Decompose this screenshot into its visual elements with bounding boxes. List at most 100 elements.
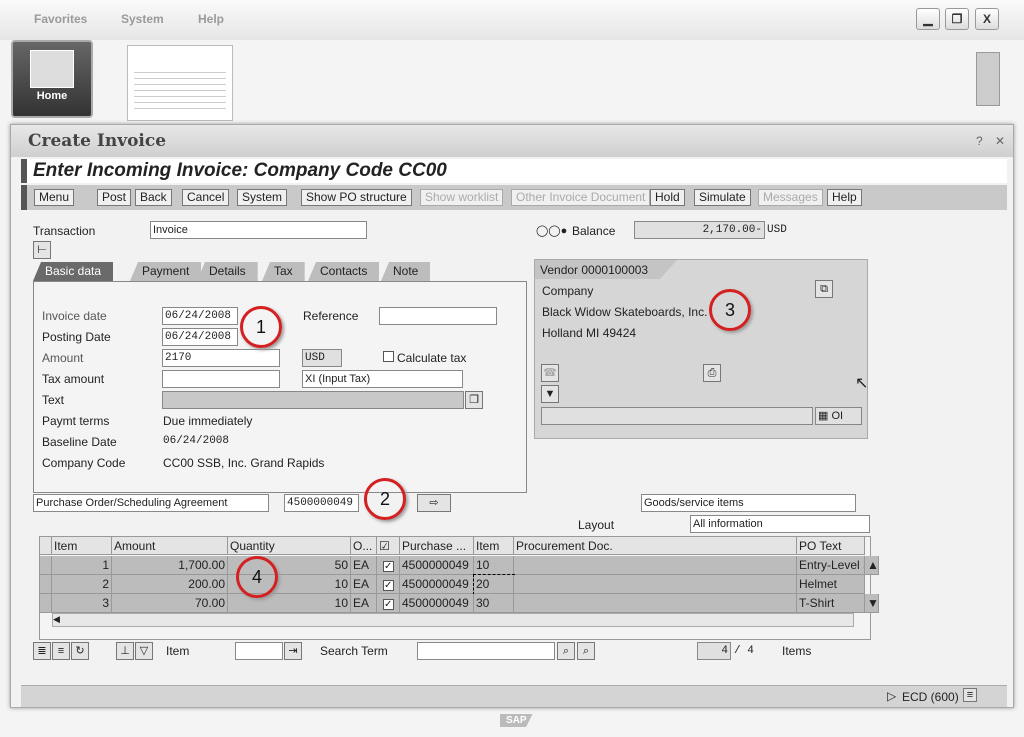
row-selector[interactable]	[40, 556, 52, 575]
status-expand-icon[interactable]: ▷	[887, 689, 896, 703]
po-number-input[interactable]: 4500000049	[284, 494, 359, 512]
find-next-icon[interactable]: ⌕	[577, 642, 595, 660]
scroll-down-icon[interactable]: ▼	[865, 594, 879, 613]
menu-help[interactable]: Help	[198, 12, 224, 26]
row-selector-header[interactable]	[40, 537, 52, 555]
column-header[interactable]: Quantity	[228, 537, 351, 555]
amount-input[interactable]: 2170	[162, 349, 280, 367]
column-header[interactable]: Purchase ...	[400, 537, 474, 555]
fax-icon[interactable]: ▼	[541, 385, 559, 403]
window-thumbnail[interactable]	[127, 45, 233, 121]
grid-icon: ▦	[818, 410, 832, 422]
column-header[interactable]: Amount	[112, 537, 228, 555]
cell-po_item: 10	[474, 556, 514, 575]
toolbar-button-hold[interactable]: Hold	[650, 189, 685, 206]
close-button[interactable]: X	[975, 8, 999, 30]
menu-system[interactable]: System	[121, 12, 164, 26]
reference-input[interactable]	[379, 307, 497, 325]
row-checkbox[interactable]: ✓	[377, 594, 400, 613]
help-icon[interactable]: ?	[976, 134, 983, 148]
layout-toggle-icon[interactable]: ⊢	[33, 241, 51, 259]
row-checkbox[interactable]: ✓	[377, 575, 400, 594]
cell-proc[interactable]	[514, 575, 797, 594]
invoice-date-input[interactable]: 06/24/2008	[162, 307, 238, 325]
deselect-icon[interactable]: ≡	[52, 642, 70, 660]
select-all-icon[interactable]: ≣	[33, 642, 51, 660]
toolbar-button-show-worklist[interactable]: Show worklist	[420, 189, 504, 206]
toolbar-button-system[interactable]: System	[237, 189, 288, 206]
cell-proc[interactable]	[514, 594, 797, 613]
select-column-icon[interactable]: ☑	[377, 537, 400, 555]
reference-doc-type-select[interactable]: Purchase Order/Scheduling Agreement	[33, 494, 269, 512]
text-input[interactable]	[162, 391, 464, 409]
callout-4: 4	[236, 556, 278, 598]
items-view-select[interactable]: Goods/service items	[641, 494, 856, 512]
minimize-button[interactable]: ▁	[916, 8, 940, 30]
cell-proc[interactable]	[514, 556, 797, 575]
tab-note[interactable]: Note	[381, 262, 431, 281]
toolbar-button-post[interactable]: Post	[97, 189, 132, 206]
search-term-input[interactable]	[417, 642, 555, 660]
column-header[interactable]: PO Text	[797, 537, 865, 555]
open-items-button[interactable]: ▦ OI	[815, 407, 862, 425]
system-menu-icon[interactable]: ≡	[963, 688, 977, 702]
toolbar-button-back[interactable]: Back	[135, 189, 172, 206]
sort-icon[interactable]: ⊥	[116, 642, 134, 660]
status-bar: ▷ ECD (600) ≡	[21, 685, 1007, 707]
tab-tax[interactable]: Tax	[262, 262, 305, 281]
toolbar-button-other-invoice-document[interactable]: Other Invoice Document	[511, 189, 651, 206]
layout-select[interactable]: All information	[690, 515, 870, 533]
refresh-icon[interactable]: ↻	[71, 642, 89, 660]
posting-date-input[interactable]: 06/24/2008	[162, 328, 238, 346]
toolbar-button-simulate[interactable]: Simulate	[694, 189, 751, 206]
tax-code-select[interactable]: XI (Input Tax)	[302, 370, 463, 388]
print-icon[interactable]: ⎙	[703, 364, 721, 382]
column-header[interactable]: Procurement Doc.	[514, 537, 797, 555]
toolbar-button-menu[interactable]: Menu	[34, 189, 75, 206]
expand-text-icon[interactable]: ❐	[465, 391, 483, 409]
row-checkbox[interactable]: ✓	[377, 556, 400, 575]
vendor-bank-field[interactable]	[541, 407, 813, 425]
scroll-up-icon[interactable]: ▲	[865, 556, 879, 575]
find-icon[interactable]: ⌕	[557, 642, 575, 660]
restore-button[interactable]: ❐	[945, 8, 969, 30]
toolbar-button-show-po-structure[interactable]: Show PO structure	[301, 189, 412, 206]
column-header[interactable]: O...	[351, 537, 377, 555]
home-button[interactable]: Home	[11, 40, 93, 118]
scroll-nav-buttons[interactable]	[976, 52, 1000, 106]
toolbar-button-messages[interactable]: Messages	[758, 189, 823, 206]
amount-label: Amount	[42, 351, 84, 365]
phone-icon[interactable]: ☎	[541, 364, 559, 382]
invoice-date-label: Invoice date	[42, 309, 107, 323]
row-selector[interactable]	[40, 575, 52, 594]
filter-icon[interactable]: ▽	[135, 642, 153, 660]
horizontal-scrollbar[interactable]: ◀	[52, 613, 854, 627]
calculate-tax-checkbox[interactable]	[383, 351, 394, 362]
vendor-detail-icon[interactable]: ⧉	[815, 280, 833, 298]
balance-value: 2,170.00-	[634, 221, 765, 239]
column-header[interactable]: Item	[52, 537, 112, 555]
tab-contacts[interactable]: Contacts	[308, 262, 380, 281]
calculate-tax-label: Calculate tax	[397, 351, 467, 365]
tab-payment[interactable]: Payment	[130, 262, 202, 281]
cell-amount: 1,700.00	[112, 556, 228, 575]
posting-date-label: Posting Date	[42, 330, 111, 344]
cell-item: 3	[52, 594, 112, 613]
toolbar-button-cancel[interactable]: Cancel	[182, 189, 230, 206]
transfer-arrow-button[interactable]: ⇨	[417, 494, 451, 512]
go-to-item-icon[interactable]: ⇥	[284, 642, 302, 660]
column-header[interactable]: Item	[474, 537, 514, 555]
cell-text[interactable]: Entry-Level S	[797, 556, 865, 575]
row-selector[interactable]	[40, 594, 52, 613]
menu-favorites[interactable]: Favorites	[34, 12, 87, 26]
item-input[interactable]	[235, 642, 283, 660]
cell-unit: EA	[351, 556, 377, 575]
cell-text[interactable]: T-Shirt	[797, 594, 865, 613]
cell-text[interactable]: Helmet	[797, 575, 865, 594]
tab-basic-data[interactable]: Basic data	[33, 262, 114, 281]
toolbar-button-help[interactable]: Help	[827, 189, 862, 206]
close-icon[interactable]: ✕	[995, 134, 1005, 148]
tax-amount-input[interactable]	[162, 370, 280, 388]
tab-details[interactable]: Details	[197, 262, 258, 281]
transaction-select[interactable]: Invoice	[150, 221, 367, 239]
